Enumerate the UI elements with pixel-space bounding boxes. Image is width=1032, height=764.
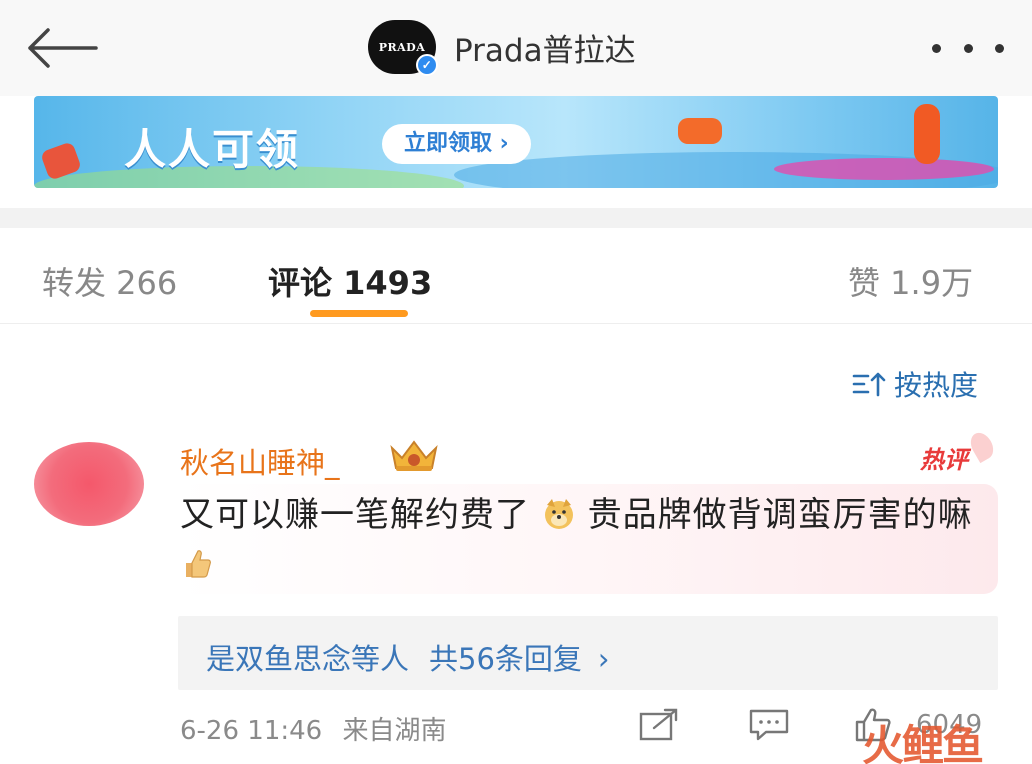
comment-location: 来自湖南: [342, 716, 447, 746]
banner-surfer-icon: [914, 104, 940, 164]
sort-label: 按热度: [894, 369, 979, 402]
reply-author: 是双鱼思念等人: [206, 642, 410, 676]
account-name[interactable]: Prada普拉达: [454, 25, 636, 70]
more-button[interactable]: [932, 38, 1004, 58]
section-divider: [0, 208, 1032, 228]
sort-icon: [852, 372, 886, 397]
replies-summary: 是双鱼思念等人 共56条回复 ›: [206, 636, 610, 678]
verified-icon: ✓: [416, 54, 438, 76]
comment-timestamp: 6-26 11:46: [180, 716, 323, 746]
comment-text-part1: 又可以赚一笔解约费了: [180, 495, 530, 535]
hot-comment-badge: 热评: [920, 446, 968, 474]
account-header[interactable]: PRADA ✓ Prada普拉达: [368, 20, 636, 76]
tab-likes[interactable]: 赞 1.9万: [848, 258, 973, 304]
prada-logo[interactable]: PRADA ✓: [368, 20, 438, 76]
share-icon: [639, 708, 678, 741]
reply-button[interactable]: [748, 708, 790, 742]
top-bar: PRADA ✓ Prada普拉达: [0, 0, 1032, 96]
sort-button[interactable]: 按热度: [852, 364, 978, 404]
comment-icon: [749, 709, 789, 741]
crown-badge-icon: [390, 440, 438, 471]
avatar[interactable]: [34, 442, 144, 526]
more-dot-icon: [963, 43, 973, 53]
more-dot-icon: [932, 43, 941, 53]
comment-username[interactable]: 秋名山睡神_: [180, 440, 340, 482]
banner-headline: 人人可领: [124, 125, 301, 174]
thumbs-up-emoji-icon: [186, 550, 211, 578]
tab-comments[interactable]: 评论 1493: [268, 258, 432, 304]
replies-preview[interactable]: 是双鱼思念等人 共56条回复 ›: [178, 616, 998, 690]
arrow-left-icon: [28, 28, 98, 68]
banner-claim-button[interactable]: 立即领取 ›: [382, 124, 531, 164]
doge-emoji-icon: [544, 499, 573, 529]
comment-text: 又可以赚一笔解约费了 贵品牌做背调蛮厉害的嘛: [180, 490, 980, 590]
banner-swimmer-icon: [678, 118, 722, 144]
share-button[interactable]: [638, 708, 680, 742]
flame-icon: [966, 428, 998, 464]
banner-surfboard-icon: [774, 158, 994, 180]
watermark: 火鲤鱼: [862, 721, 984, 764]
post-tabs: 转发 266 评论 1493 赞 1.9万: [0, 228, 1032, 324]
logo-text: PRADA: [378, 40, 426, 54]
more-dot-icon: [995, 43, 1004, 53]
active-tab-indicator: [310, 310, 408, 317]
comment-text-part2: 贵品牌做背调蛮厉害的嘛: [587, 495, 973, 535]
back-button[interactable]: [26, 24, 100, 72]
tab-repost[interactable]: 转发 266: [42, 258, 177, 304]
comment-meta: 6-26 11:46 来自湖南: [180, 710, 446, 747]
promo-banner[interactable]: 人人可领 立即领取 ›: [34, 96, 998, 188]
reply-count: 共56条回复: [429, 642, 582, 676]
chevron-right-icon: ›: [597, 642, 610, 676]
